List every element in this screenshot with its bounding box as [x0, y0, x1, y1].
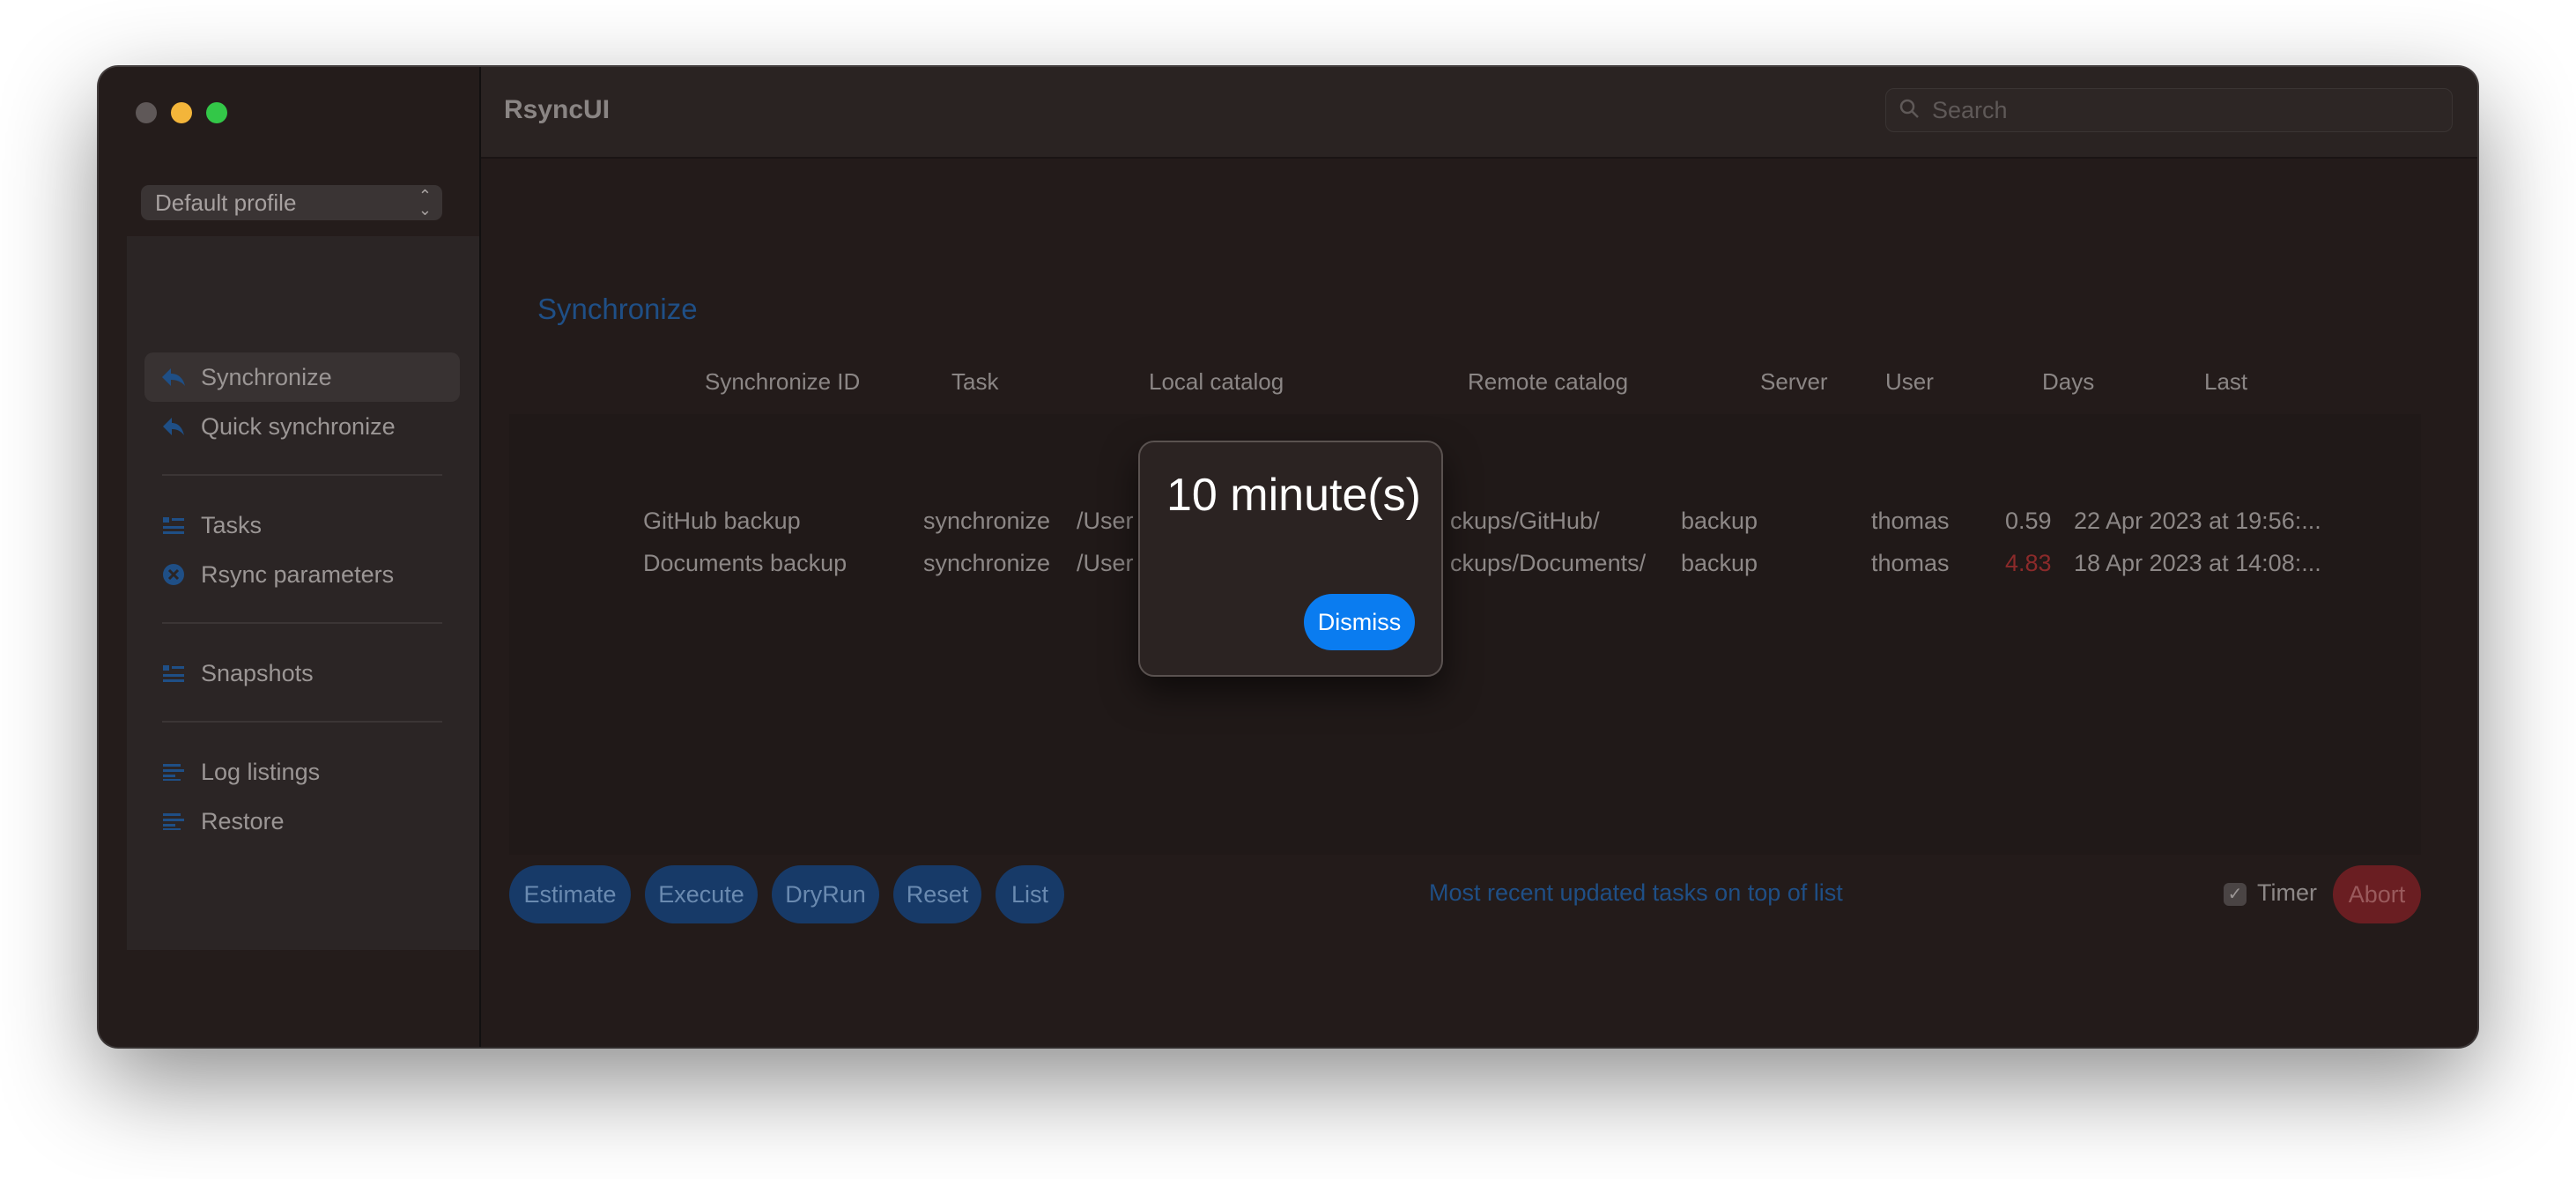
- search-placeholder: Search: [1932, 96, 2008, 123]
- sidebar: Default profile ⌃ ⌄ Synchronize Quick syn…: [99, 67, 481, 1047]
- sidebar-item-log-listings[interactable]: Log listings: [144, 747, 460, 797]
- sidebar-item-rsync-parameters[interactable]: Rsync parameters: [144, 550, 460, 599]
- sidebar-item-label: Synchronize: [201, 363, 332, 390]
- sidebar-item-label: Snapshots: [201, 659, 314, 686]
- sidebar-item-tasks[interactable]: Tasks: [144, 501, 460, 550]
- up-down-chevron-icon: ⌃ ⌄: [418, 187, 432, 219]
- cell-synchronize-id: Documents backup: [643, 550, 848, 576]
- cell-server: backup: [1681, 550, 1758, 576]
- cell-user: thomas: [1871, 550, 1950, 576]
- cell-days: 0.59: [2005, 508, 2052, 534]
- restore-icon: [160, 810, 187, 833]
- column-header-user[interactable]: User: [1885, 368, 1934, 396]
- sidebar-divider: [162, 474, 442, 476]
- alert-message: 10 minute(s): [1166, 470, 1421, 521]
- execute-button[interactable]: Execute: [645, 865, 758, 923]
- cell-server: backup: [1681, 508, 1758, 534]
- close-window-button[interactable]: [136, 102, 157, 123]
- quick-synchronize-icon: [160, 415, 187, 438]
- synchronize-icon: [160, 366, 187, 389]
- reset-button[interactable]: Reset: [893, 865, 981, 923]
- sidebar-item-quick-synchronize[interactable]: Quick synchronize: [144, 402, 460, 451]
- sidebar-item-synchronize[interactable]: Synchronize: [144, 352, 460, 402]
- sidebar-item-snapshots[interactable]: Snapshots: [144, 649, 460, 698]
- tasks-icon: [160, 514, 187, 537]
- column-header-task[interactable]: Task: [951, 368, 998, 396]
- minimize-window-button[interactable]: [171, 102, 192, 123]
- estimate-button[interactable]: Estimate: [509, 865, 631, 923]
- cell-last: 18 Apr 2023 at 14:08:...: [2074, 550, 2321, 576]
- footer-note: Most recent updated tasks on top of list: [1429, 879, 1843, 906]
- app-window: Default profile ⌃ ⌄ Synchronize Quick syn…: [99, 67, 2477, 1047]
- profile-select[interactable]: Default profile ⌃ ⌄: [141, 185, 442, 220]
- dismiss-button[interactable]: Dismiss: [1304, 594, 1415, 650]
- cell-last: 22 Apr 2023 at 19:56:...: [2074, 508, 2321, 534]
- cell-task: synchronize: [923, 508, 1051, 534]
- sidebar-item-label: Quick synchronize: [201, 412, 396, 440]
- log-listings-icon: [160, 760, 187, 783]
- abort-button[interactable]: Abort: [2333, 865, 2421, 923]
- sidebar-item-label: Log listings: [201, 758, 321, 785]
- dryrun-button[interactable]: DryRun: [772, 865, 879, 923]
- profile-select-value: Default profile: [155, 189, 297, 216]
- snapshots-icon: [160, 662, 187, 685]
- sidebar-item-restore[interactable]: Restore: [144, 797, 460, 846]
- timer-alert-dialog: 10 minute(s) Dismiss: [1138, 441, 1443, 677]
- cell-task: synchronize: [923, 550, 1051, 576]
- timer-checkbox[interactable]: ✓: [2224, 883, 2247, 906]
- cell-user: thomas: [1871, 508, 1950, 534]
- column-header-local-catalog[interactable]: Local catalog: [1149, 368, 1284, 396]
- column-header-synchronize-id[interactable]: Synchronize ID: [705, 368, 860, 396]
- cell-local-catalog: /User: [1077, 508, 1134, 534]
- cell-remote-catalog: ckups/Documents/: [1450, 550, 1647, 576]
- column-header-last[interactable]: Last: [2204, 368, 2247, 396]
- cell-local-catalog: /User: [1077, 550, 1134, 576]
- rsync-parameters-icon: [160, 563, 187, 586]
- zoom-window-button[interactable]: [206, 102, 227, 123]
- window-controls: [136, 102, 227, 123]
- sidebar-item-label: Rsync parameters: [201, 560, 395, 588]
- column-header-server[interactable]: Server: [1760, 368, 1828, 396]
- search-icon: [1899, 98, 1920, 123]
- tasks-table: GitHub backup synchronize /User ckups/Gi…: [509, 414, 2421, 855]
- cell-synchronize-id: GitHub backup: [643, 508, 801, 534]
- cell-days: 4.83: [2005, 550, 2052, 576]
- column-header-remote-catalog[interactable]: Remote catalog: [1468, 368, 1628, 396]
- cell-remote-catalog: ckups/GitHub/: [1450, 508, 1600, 534]
- sidebar-divider: [162, 622, 442, 624]
- sidebar-divider: [162, 721, 442, 723]
- list-button[interactable]: List: [996, 865, 1064, 923]
- sidebar-panel: Synchronize Quick synchronize Tasks Rsyn…: [127, 236, 479, 950]
- sidebar-item-label: Restore: [201, 807, 285, 834]
- search-field[interactable]: Search: [1885, 88, 2453, 132]
- sidebar-item-label: Tasks: [201, 511, 263, 538]
- app-title: RsyncUI: [504, 95, 611, 124]
- section-title: Synchronize: [537, 293, 698, 325]
- column-header-days[interactable]: Days: [2042, 368, 2094, 396]
- timer-label: Timer: [2257, 879, 2317, 906]
